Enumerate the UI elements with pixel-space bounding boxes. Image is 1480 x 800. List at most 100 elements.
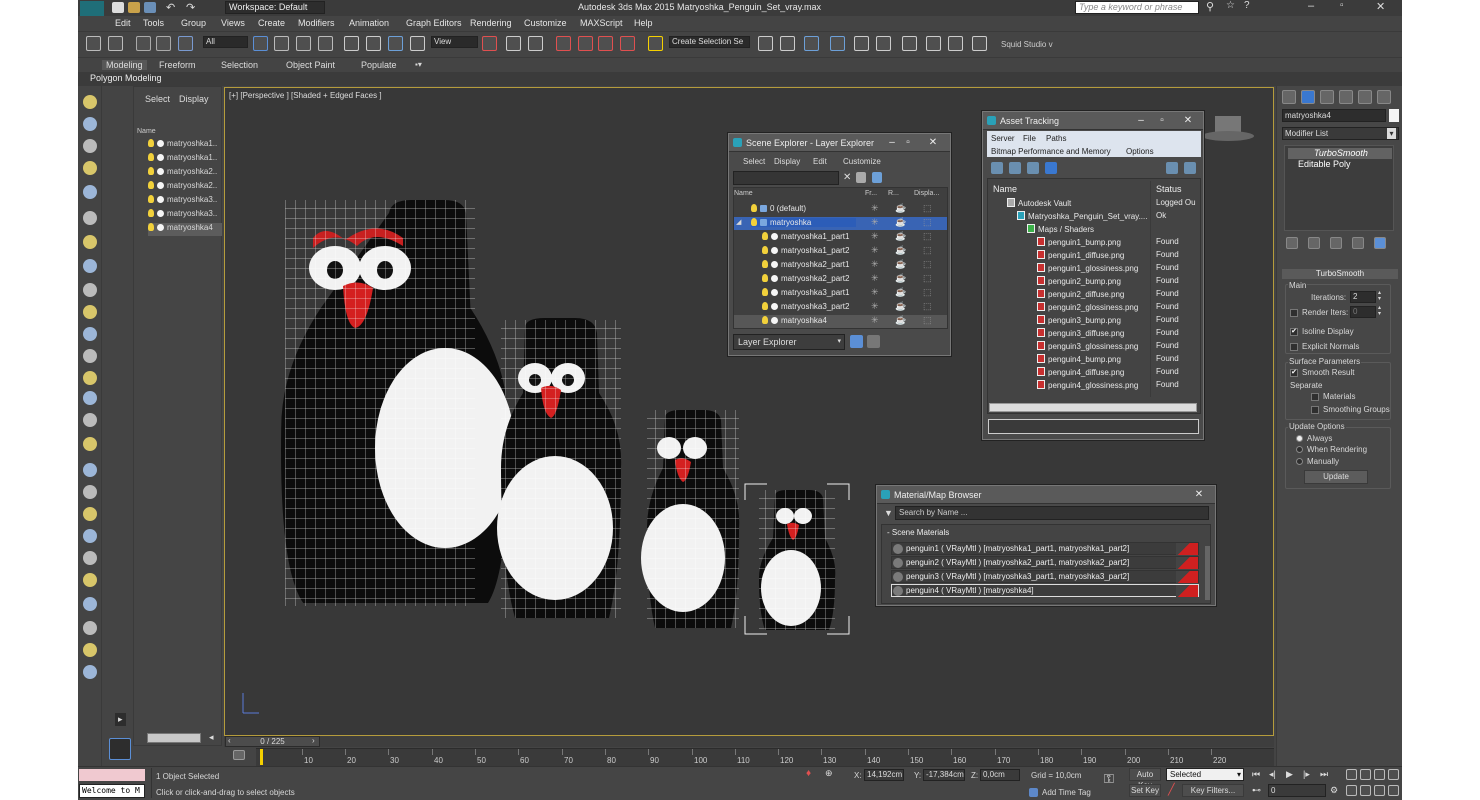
window-crossing-icon[interactable] (318, 36, 333, 51)
scene-list-header[interactable]: Name (137, 128, 156, 135)
paint-icon[interactable] (83, 485, 97, 499)
freeze-icon[interactable]: ✳ (871, 203, 879, 214)
display-box-icon[interactable]: ⬚ (923, 315, 932, 326)
search-input[interactable]: Type a keyword or phrase (1075, 1, 1199, 14)
save-file-icon[interactable] (144, 2, 156, 13)
browser-options-icon[interactable]: ▼ (884, 508, 893, 518)
material-item[interactable]: penguin4 ( VRayMtl ) [matryoshka4] (891, 584, 1199, 597)
asset-row[interactable]: penguin1_bump.png Found (988, 237, 1200, 250)
asset-menu2-0[interactable]: Bitmap Performance and Memory (991, 147, 1111, 156)
spinner-arrows-icon[interactable]: ▴ ▾ (1378, 305, 1381, 317)
asset-row[interactable]: penguin3_bump.png Found (988, 315, 1200, 328)
trackbar-current-frame[interactable] (260, 749, 263, 765)
menu-modifiers[interactable]: Modifiers (298, 18, 335, 28)
material-editor-icon[interactable] (902, 36, 917, 51)
zoom-extents-icon[interactable] (1374, 769, 1385, 780)
layer-explorer-dropdown[interactable]: Layer Explorer ▾ (733, 334, 845, 350)
light-bulb-icon[interactable] (751, 204, 757, 212)
update-when-rendering-radio[interactable] (1296, 446, 1303, 453)
scene-explorer-menu-select[interactable]: Select (743, 157, 765, 166)
turbosmooth-rollout-header[interactable]: TurboSmooth (1282, 269, 1398, 279)
select-by-name-icon[interactable] (274, 36, 289, 51)
auto-key-button[interactable]: Auto Key (1129, 768, 1161, 790)
freeze-icon[interactable]: ✳ (871, 287, 879, 298)
render-frame-icon[interactable] (948, 36, 963, 51)
scene-explorer-row[interactable]: matryoshka4 ✳ ☕ ⬚ (734, 315, 947, 328)
zoom-extents-all-icon[interactable] (1388, 769, 1399, 780)
display-box-icon[interactable]: ⬚ (923, 203, 932, 214)
modifier-stack-turbosmooth[interactable]: TurboSmooth (1288, 148, 1392, 159)
iterations-spinner[interactable]: 2 (1350, 291, 1376, 303)
motion-icon[interactable] (1339, 90, 1353, 104)
render-teapot-icon[interactable]: ☕ (895, 273, 906, 284)
space-warp-icon[interactable] (83, 529, 97, 543)
remove-modifier-icon[interactable] (1352, 237, 1364, 249)
tree-view-icon[interactable] (1027, 162, 1039, 174)
light-bulb-icon[interactable] (762, 302, 768, 310)
asset-col-name[interactable]: Name (993, 184, 1017, 194)
cylinder-icon[interactable] (83, 305, 97, 319)
new-file-icon[interactable] (112, 2, 124, 13)
light-icon[interactable] (83, 185, 97, 199)
scene-explorer-menu-customize[interactable]: Customize (843, 157, 881, 166)
smooth-result-checkbox[interactable]: ✔ (1290, 369, 1298, 377)
ribbon-options-icon[interactable]: ▪▾ (415, 60, 422, 69)
explicit-normals-checkbox[interactable] (1290, 343, 1298, 351)
material-browser-window[interactable]: Material/Map Browser ✕ ▼ Search by Name … (876, 485, 1216, 606)
reference-coord-dropdown[interactable]: View (431, 36, 478, 48)
menu-help[interactable]: Help (634, 18, 653, 28)
spinner-snap-icon[interactable] (620, 36, 635, 51)
cube-icon[interactable] (83, 259, 97, 273)
asset-row[interactable]: penguin1_diffuse.png Found (988, 250, 1200, 263)
menu-customize[interactable]: Customize (524, 18, 567, 28)
object-name-field[interactable]: matryoshka4 (1282, 109, 1386, 122)
material-browser-close-icon[interactable]: ✕ (1191, 489, 1207, 501)
asset-menu-paths[interactable]: Paths (1046, 134, 1066, 143)
table-icon[interactable] (83, 139, 97, 153)
create-icon[interactable] (1282, 90, 1296, 104)
freeze-icon[interactable]: ✳ (871, 245, 879, 256)
separate-materials-checkbox[interactable] (1311, 393, 1319, 401)
key-mode-icon[interactable]: ⊷ (1252, 785, 1261, 796)
light-bulb-icon[interactable] (762, 274, 768, 282)
light-bulb-icon[interactable] (148, 153, 154, 161)
show-end-result-icon[interactable] (1308, 237, 1320, 249)
cone-icon[interactable] (83, 327, 97, 341)
scene-list-item[interactable]: matryoshka1.. (148, 153, 222, 166)
menu-views[interactable]: Views (221, 18, 245, 28)
layer-tool-icon[interactable] (872, 172, 882, 183)
update-button[interactable]: Update (1304, 470, 1368, 484)
grid-icon[interactable] (83, 643, 97, 657)
star-icon[interactable]: ☆ (1226, 0, 1235, 11)
light-bulb-icon[interactable] (148, 209, 154, 217)
modifier-list-dropdown[interactable]: Modifier List ▾ (1282, 127, 1399, 140)
scene-explorer-row[interactable]: 0 (default) ✳ ☕ ⬚ (734, 203, 947, 216)
menu-tools[interactable]: Tools (143, 18, 164, 28)
asset-row[interactable]: penguin4_bump.png Found (988, 354, 1200, 367)
menu-edit[interactable]: Edit (115, 18, 131, 28)
workspace-dropdown[interactable]: Workspace: Default (225, 1, 325, 14)
freeze-icon[interactable]: ✳ (871, 231, 879, 242)
curve-editor-icon[interactable] (233, 750, 245, 760)
help-icon[interactable]: ? (1244, 0, 1250, 11)
rotate-icon[interactable] (366, 36, 381, 51)
redo-icon[interactable] (108, 36, 123, 51)
link-icon[interactable] (136, 36, 151, 51)
render-icon[interactable] (972, 36, 987, 51)
selection-lock-icon[interactable]: ♦ (806, 768, 811, 779)
doll-1[interactable] (281, 200, 515, 606)
scene-list-expand-icon[interactable]: ◂ (209, 732, 214, 743)
asset-row[interactable]: Autodesk Vault Logged Ou (988, 198, 1200, 211)
update-manually-radio[interactable] (1296, 458, 1303, 465)
scene-explorer-col-3[interactable]: Displa... (914, 190, 939, 197)
list-icon[interactable] (83, 161, 97, 175)
play-icon[interactable]: ▶ (1286, 769, 1293, 780)
script-icon[interactable] (83, 665, 97, 679)
utilities-icon[interactable] (1377, 90, 1391, 104)
list-view-icon[interactable] (1009, 162, 1021, 174)
torus-icon[interactable] (83, 349, 97, 363)
freeze-icon[interactable]: ✳ (871, 259, 879, 270)
pin-stack-icon[interactable] (1286, 237, 1298, 249)
asset-row[interactable]: penguin4_glossiness.png Found (988, 380, 1200, 393)
time-slider-next-icon[interactable]: › (312, 736, 315, 745)
